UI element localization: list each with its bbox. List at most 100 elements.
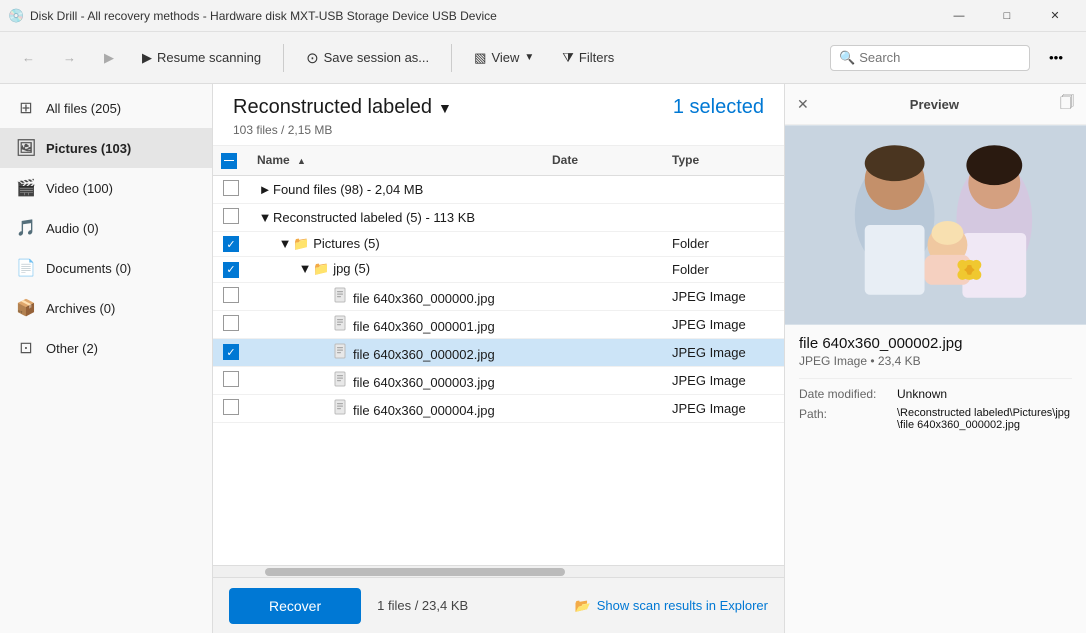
file-icon xyxy=(333,319,349,334)
row-type xyxy=(664,203,784,231)
row-checkbox[interactable] xyxy=(223,208,239,224)
other-icon: ⊡ xyxy=(16,338,36,358)
row-checkbox[interactable] xyxy=(223,287,239,303)
sidebar-item-audio[interactable]: 🎵 Audio (0) xyxy=(0,208,212,248)
row-checkbox[interactable] xyxy=(223,236,239,252)
video-icon: 🎬 xyxy=(16,178,36,198)
row-checkbox[interactable] xyxy=(223,315,239,331)
header-checkbox[interactable] xyxy=(221,153,237,169)
file-table-wrapper: Name ▲ Date Type ►Found files (98) - 2,0… xyxy=(213,146,784,565)
recover-button[interactable]: Recover xyxy=(229,588,361,624)
preview-filename: file 640x360_000002.jpg xyxy=(799,335,1072,352)
sidebar-item-pictures[interactable]: 🖼 Pictures (103) xyxy=(0,128,212,168)
row-checkbox[interactable] xyxy=(223,344,239,360)
sidebar-item-documents[interactable]: 📄 Documents (0) xyxy=(0,248,212,288)
row-name-text: file 640x360_000000.jpg xyxy=(353,291,495,306)
header-type-col[interactable]: Type xyxy=(664,146,784,175)
recover-info: 1 files / 23,4 KB xyxy=(377,598,468,613)
content-title: Reconstructed labeled ▼ xyxy=(233,96,452,119)
row-name: ▼📁jpg (5) xyxy=(249,257,544,283)
table-row[interactable]: file 640x360_000002.jpgJPEG Image xyxy=(213,338,784,366)
view-button[interactable]: ▧ View ▼ xyxy=(464,45,544,71)
table-row[interactable]: file 640x360_000000.jpgJPEG Image xyxy=(213,282,784,310)
folder-icon: 📁 xyxy=(313,261,329,276)
resume-scanning-button[interactable]: ▶ Resume scanning xyxy=(132,45,271,71)
preview-divider xyxy=(799,378,1072,379)
row-name-text: file 640x360_000002.jpg xyxy=(353,347,495,362)
scroll-thumb[interactable] xyxy=(265,568,565,576)
row-checkbox[interactable] xyxy=(223,262,239,278)
more-options-button[interactable]: ••• xyxy=(1038,42,1074,74)
sidebar-label-documents: Documents (0) xyxy=(46,261,131,276)
row-date xyxy=(544,203,664,231)
maximize-button[interactable]: □ xyxy=(984,0,1030,32)
sidebar-label-video: Video (100) xyxy=(46,181,113,196)
sidebar-item-video[interactable]: 🎬 Video (100) xyxy=(0,168,212,208)
sidebar-item-archives[interactable]: 📦 Archives (0) xyxy=(0,288,212,328)
table-row[interactable]: ▼📁jpg (5) Folder xyxy=(213,257,784,283)
archives-icon: 📦 xyxy=(16,298,36,318)
play-button[interactable]: ▶ xyxy=(94,45,124,71)
row-checkbox[interactable] xyxy=(223,180,239,196)
header-checkbox-col[interactable] xyxy=(213,146,249,175)
preview-title: Preview xyxy=(910,97,959,112)
view-icon: ▧ xyxy=(474,50,486,66)
filters-button[interactable]: ⧩ Filters xyxy=(552,45,624,71)
preview-copy-button[interactable]: 🗍 xyxy=(1060,92,1074,116)
save-session-button[interactable]: ⊙ Save session as... xyxy=(296,44,439,72)
titlebar: 💿 Disk Drill - All recovery methods - Ha… xyxy=(0,0,1086,32)
audio-icon: 🎵 xyxy=(16,218,36,238)
row-name: file 640x360_000004.jpg xyxy=(249,394,544,422)
file-icon xyxy=(333,347,349,362)
preview-close-button[interactable]: ✕ xyxy=(797,96,809,113)
row-name: file 640x360_000000.jpg xyxy=(249,282,544,310)
folder-icon: 📁 xyxy=(293,236,309,251)
forward-button[interactable]: → xyxy=(53,45,86,70)
preview-panel: ✕ Preview 🗍 xyxy=(784,84,1086,633)
horizontal-scrollbar[interactable] xyxy=(213,565,784,577)
collapse-icon[interactable]: ▼ xyxy=(297,261,313,276)
sidebar-item-other[interactable]: ⊡ Other (2) xyxy=(0,328,212,368)
table-row[interactable]: ►Found files (98) - 2,04 MB xyxy=(213,175,784,203)
row-type: Folder xyxy=(664,257,784,283)
table-row[interactable]: file 640x360_000003.jpgJPEG Image xyxy=(213,366,784,394)
table-row[interactable]: ▼📁Pictures (5)Folder xyxy=(213,231,784,257)
dropdown-icon[interactable]: ▼ xyxy=(438,100,452,116)
back-icon: ← xyxy=(22,50,35,65)
sidebar-label-other: Other (2) xyxy=(46,341,98,356)
table-row[interactable]: file 640x360_000004.jpgJPEG Image xyxy=(213,394,784,422)
resume-icon: ▶ xyxy=(142,50,152,66)
table-row[interactable]: file 640x360_000001.jpg JPEG Image xyxy=(213,310,784,338)
header-name-col[interactable]: Name ▲ xyxy=(249,146,544,175)
back-button[interactable]: ← xyxy=(12,45,45,70)
row-name: file 640x360_000003.jpg xyxy=(249,366,544,394)
row-date xyxy=(544,394,664,422)
header-date-col[interactable]: Date xyxy=(544,146,664,175)
toolbar-separator-2 xyxy=(451,44,452,72)
close-button[interactable]: ✕ xyxy=(1032,0,1078,32)
expand-icon[interactable]: ► xyxy=(257,182,273,197)
sidebar: ⊞ All files (205) 🖼 Pictures (103) 🎬 Vid… xyxy=(0,84,213,633)
row-date xyxy=(544,175,664,203)
collapse-icon[interactable]: ▼ xyxy=(277,236,293,251)
row-name-text: file 640x360_000001.jpg xyxy=(353,319,495,334)
row-checkbox[interactable] xyxy=(223,399,239,415)
meta-path-row: Path: \Reconstructed labeled\Pictures\jp… xyxy=(799,407,1072,431)
row-name: ▼📁Pictures (5) xyxy=(249,231,544,257)
sidebar-item-all-files[interactable]: ⊞ All files (205) xyxy=(0,88,212,128)
path-label: Path: xyxy=(799,407,889,431)
file-icon xyxy=(333,291,349,306)
row-type: JPEG Image xyxy=(664,310,784,338)
window-controls: — □ ✕ xyxy=(936,0,1078,32)
row-checkbox[interactable] xyxy=(223,371,239,387)
show-scan-link[interactable]: 📂 Show scan results in Explorer xyxy=(575,598,768,614)
row-name-text: Found files (98) - 2,04 MB xyxy=(273,182,423,197)
table-row[interactable]: ▼Reconstructed labeled (5) - 113 KB xyxy=(213,203,784,231)
content-subtitle: 103 files / 2,15 MB xyxy=(233,123,764,137)
row-name: file 640x360_000001.jpg xyxy=(249,310,544,338)
minimize-button[interactable]: — xyxy=(936,0,982,32)
search-input[interactable] xyxy=(859,50,1021,65)
collapse-icon[interactable]: ▼ xyxy=(257,210,273,225)
content-panel: Reconstructed labeled ▼ 1 selected 103 f… xyxy=(213,84,784,633)
sidebar-label-archives: Archives (0) xyxy=(46,301,115,316)
